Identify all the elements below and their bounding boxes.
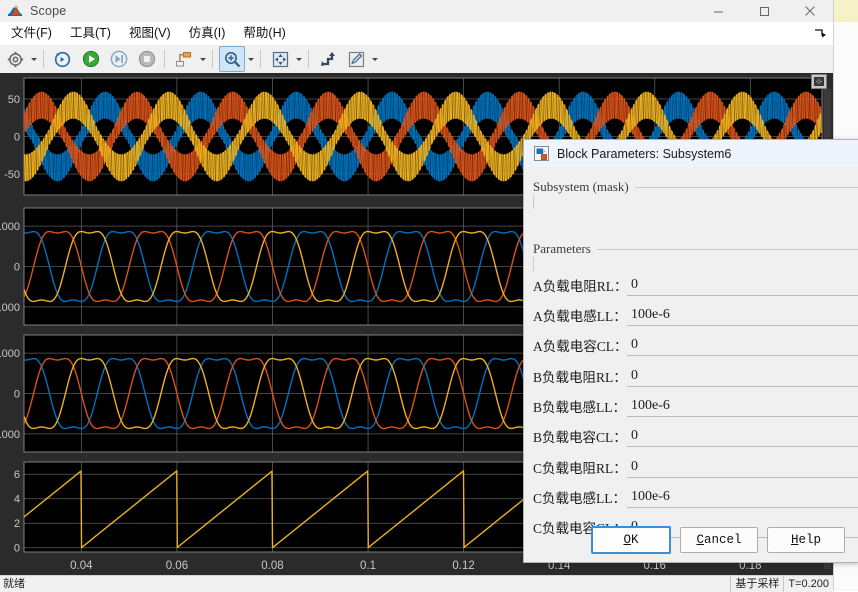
statusbar: 就绪 基于采样 T=0.200 xyxy=(0,575,833,592)
run-button[interactable] xyxy=(78,46,104,72)
window-title: Scope xyxy=(30,4,67,18)
close-icon[interactable] xyxy=(787,0,833,22)
toolbar-separator xyxy=(260,50,261,68)
toolbar-separator xyxy=(212,50,213,68)
svg-text:0: 0 xyxy=(14,132,20,144)
fit-to-view-button[interactable] xyxy=(267,46,293,72)
b-load-resistance-rl-input[interactable] xyxy=(627,365,858,387)
status-time: T=0.200 xyxy=(783,576,833,592)
maximize-icon[interactable] xyxy=(741,0,787,22)
background-window-yellow xyxy=(832,0,858,22)
toolbar-separator xyxy=(308,50,309,68)
params-group-legend: Parameters xyxy=(533,241,597,257)
svg-text:0: 0 xyxy=(14,543,20,555)
menu-file[interactable]: 文件(F) xyxy=(2,22,61,45)
ok-button-label: OK xyxy=(623,533,639,547)
a-load-inductance-ll-label: A负载电感LL： xyxy=(533,309,627,324)
a-load-inductance-ll-input[interactable] xyxy=(627,304,858,326)
minimize-icon[interactable] xyxy=(695,0,741,22)
c-load-resistance-rl-label: C负载电阻RL： xyxy=(533,461,627,476)
a-load-capacitance-cl-input[interactable] xyxy=(627,334,858,356)
configuration-properties-button[interactable] xyxy=(2,46,28,72)
annotation-button[interactable] xyxy=(343,46,369,72)
step-forward-button[interactable] xyxy=(106,46,132,72)
svg-text:0.1: 0.1 xyxy=(360,560,376,572)
cancel-button[interactable]: Cancel xyxy=(680,527,758,553)
menu-help[interactable]: 帮助(H) xyxy=(234,22,294,45)
matlab-scope-icon xyxy=(7,4,23,18)
simulink-block-icon xyxy=(534,146,549,161)
signal-selection-caret[interactable] xyxy=(197,47,208,71)
param-row: B负载电感LL： xyxy=(533,391,858,421)
cancel-button-label: Cancel xyxy=(696,533,742,547)
b-load-capacitance-cl-input[interactable] xyxy=(627,425,858,447)
svg-text:-1000: -1000 xyxy=(0,302,20,314)
svg-text:1000: 1000 xyxy=(0,348,20,360)
svg-text:50: 50 xyxy=(8,94,20,106)
menu-simulation[interactable]: 仿真(I) xyxy=(180,22,235,45)
c-load-inductance-ll-label: C负载电感LL： xyxy=(533,491,626,506)
toolbar-separator xyxy=(164,50,165,68)
dialog-body: Subsystem (mask) Parameters A负载电阻RL： A负载… xyxy=(524,167,858,562)
status-sample-mode: 基于采样 xyxy=(730,576,783,592)
param-row: B负载电阻RL： xyxy=(533,361,858,391)
signal-selection-button[interactable] xyxy=(171,46,197,72)
param-row: A负载电容CL： xyxy=(533,330,858,360)
cursor-measurements-button[interactable] xyxy=(315,46,341,72)
window-titlebar: Scope xyxy=(0,0,833,22)
ok-button[interactable]: OK xyxy=(591,526,671,554)
c-load-inductance-ll-input[interactable] xyxy=(627,486,858,508)
subsystem-group-legend: Subsystem (mask) xyxy=(533,179,635,195)
zoom-in-button[interactable] xyxy=(219,46,245,72)
annotation-caret[interactable] xyxy=(369,47,380,71)
fit-to-view-caret[interactable] xyxy=(293,47,304,71)
b-load-inductance-ll-input[interactable] xyxy=(627,395,858,417)
svg-text:0.12: 0.12 xyxy=(452,560,474,572)
stop-button[interactable] xyxy=(134,46,160,72)
svg-text:1000: 1000 xyxy=(0,221,20,233)
status-right-cells: 基于采样 T=0.200 xyxy=(730,576,833,592)
svg-text:0.06: 0.06 xyxy=(166,560,188,572)
svg-text:0.04: 0.04 xyxy=(70,560,93,572)
svg-text:6: 6 xyxy=(14,469,20,481)
svg-text:0.08: 0.08 xyxy=(261,560,283,572)
dialog-button-row: OK Cancel Help xyxy=(524,526,858,554)
param-row: A负载电阻RL： xyxy=(533,270,858,300)
toolbar-separator xyxy=(43,50,44,68)
configuration-properties-caret[interactable] xyxy=(28,47,39,71)
help-button-label: Help xyxy=(790,533,822,547)
b-load-capacitance-cl-label: B负载电容CL： xyxy=(533,430,627,445)
svg-text:0: 0 xyxy=(14,389,20,401)
a-load-capacitance-cl-label: A负载电容CL： xyxy=(533,339,628,354)
menubar: 文件(F) 工具(T) 视图(V) 仿真(I) 帮助(H) xyxy=(0,22,833,46)
c-load-resistance-rl-input[interactable] xyxy=(627,456,858,478)
a-load-resistance-rl-label: A负载电阻RL： xyxy=(533,279,628,294)
param-row: C负载电阻RL： xyxy=(533,452,858,482)
svg-text:4: 4 xyxy=(14,494,20,506)
window-controls xyxy=(695,0,833,22)
a-load-resistance-rl-input[interactable] xyxy=(627,274,858,296)
svg-text:0: 0 xyxy=(14,262,20,274)
dialog-titlebar: Block Parameters: Subsystem6 xyxy=(524,140,858,167)
rewind-button[interactable] xyxy=(50,46,76,72)
status-left-text: 就绪 xyxy=(3,578,25,590)
menu-tools[interactable]: 工具(T) xyxy=(61,22,120,45)
dialog-title: Block Parameters: Subsystem6 xyxy=(557,146,732,161)
param-row: B负载电容CL： xyxy=(533,421,858,451)
b-load-inductance-ll-label: B负载电感LL： xyxy=(533,400,626,415)
zoom-in-caret[interactable] xyxy=(245,47,256,71)
menu-view[interactable]: 视图(V) xyxy=(120,22,180,45)
param-row: A负载电感LL： xyxy=(533,300,858,330)
help-button[interactable]: Help xyxy=(767,527,845,553)
svg-text:2: 2 xyxy=(14,518,20,530)
toolbar xyxy=(0,45,833,74)
pan-widget-icon[interactable] xyxy=(811,74,827,89)
param-row: C负载电感LL： xyxy=(533,482,858,512)
svg-text:-50: -50 xyxy=(4,169,20,181)
menu-overflow-icon[interactable] xyxy=(813,26,827,40)
b-load-resistance-rl-label: B负载电阻RL： xyxy=(533,370,627,385)
svg-text:-1000: -1000 xyxy=(0,429,20,441)
block-parameters-dialog: Block Parameters: Subsystem6 Subsystem (… xyxy=(523,139,858,563)
subsystem-group: Subsystem (mask) xyxy=(533,179,858,225)
